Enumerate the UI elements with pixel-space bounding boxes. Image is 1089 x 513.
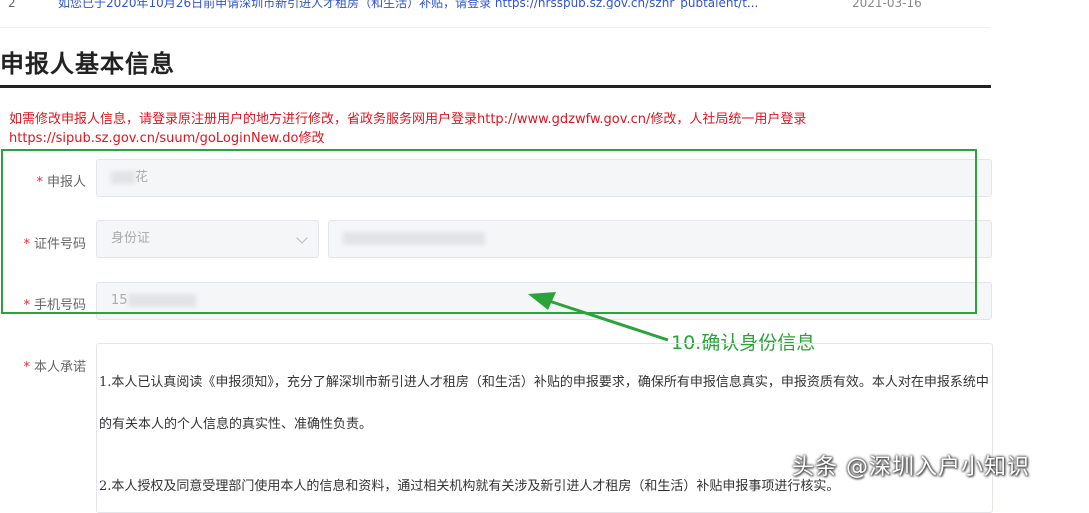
pledge-label-text: 本人承诺 [33,360,86,375]
pledge-text-area[interactable]: 1.本人已认真阅读《申报须知》，充分了解深圳市新引进人才租房（和生活）补贴的申报… [96,343,993,513]
notice-divider [0,27,990,28]
required-mark: * [23,360,30,375]
modify-info-tip: 如需修改申报人信息，请登录原注册用户的地方进行修改，省政务服务网用户登录http… [9,112,807,146]
notice-index: 2 [8,0,16,10]
notice-row[interactable]: 2 如您已于2020年10月26日前申请深圳市新引进人才租房（和生活）补贴，请登… [0,0,990,15]
pledge-label: * 本人承诺 [0,356,86,375]
section-title: 申报人基本信息 [0,50,175,78]
section-title-underline [0,85,991,88]
notice-date: 2021-03-16 [852,0,922,10]
watermark: 头条 @深圳入户小知识 [792,455,1030,480]
pledge-paragraph-1: 1.本人已认真阅读《申报须知》，充分了解深圳市新引进人才租房（和生活）补贴的申报… [99,375,989,432]
highlight-box [1,149,977,314]
notice-link[interactable]: 如您已于2020年10月26日前申请深圳市新引进人才租房（和生活）补贴，请登录 … [58,0,828,9]
